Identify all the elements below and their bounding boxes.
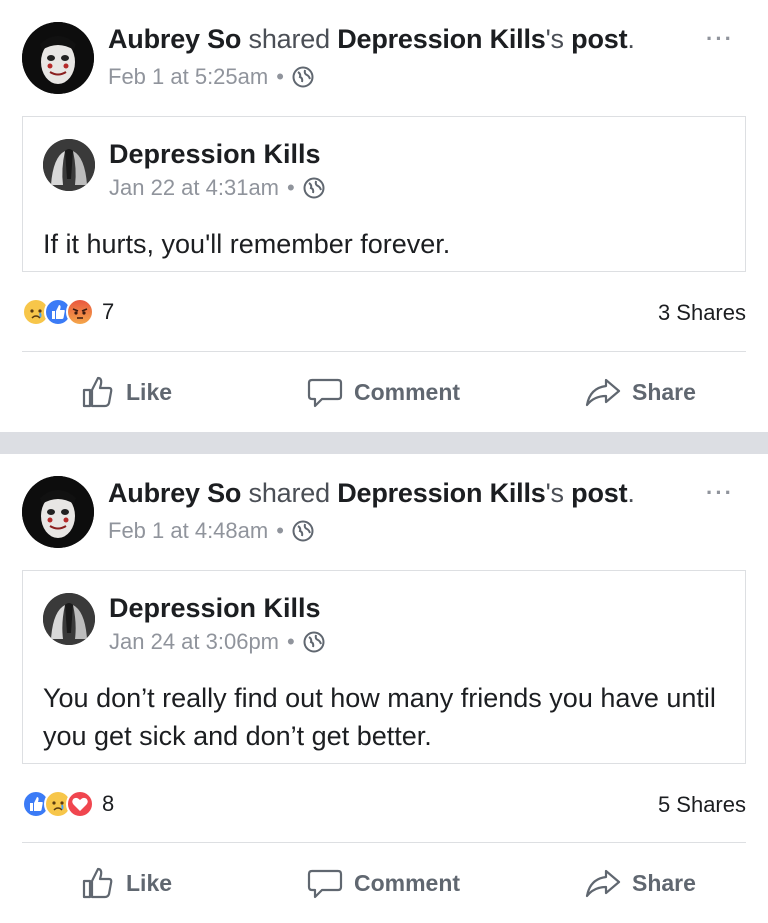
reactions-summary[interactable]: 7 (22, 298, 114, 326)
header-period: . (627, 478, 635, 508)
share-label: Share (632, 869, 696, 896)
thumbs-up-icon (82, 376, 113, 408)
author-avatar[interactable] (22, 476, 94, 548)
post-2: Aubrey So shared Depression Kills's post… (0, 454, 768, 923)
shared-post-card[interactable]: Depression Kills Jan 22 at 4:31am • If i… (22, 116, 746, 272)
thumbs-up-icon (82, 867, 113, 899)
more-options-button[interactable]: ··· (706, 26, 734, 52)
post-meta: Feb 1 at 4:48am • (108, 518, 314, 544)
comment-button[interactable]: Comment (306, 853, 460, 913)
share-button[interactable]: Share (584, 853, 696, 913)
globe-icon (303, 631, 325, 653)
shared-page-avatar[interactable] (43, 593, 95, 645)
shared-post-card[interactable]: Depression Kills Jan 24 at 3:06pm • You … (22, 570, 746, 764)
shares-count[interactable]: 5 Shares (658, 792, 746, 818)
post-timestamp[interactable]: Feb 1 at 4:48am (108, 518, 268, 544)
share-button[interactable]: Share (584, 362, 696, 422)
reaction-count[interactable]: 8 (102, 791, 114, 817)
shared-timestamp[interactable]: Jan 22 at 4:31am (109, 175, 279, 201)
globe-icon (292, 520, 314, 542)
author-name[interactable]: Aubrey So (108, 24, 241, 54)
share-label: Share (632, 378, 696, 405)
angry-reaction-icon (66, 298, 94, 326)
shared-post-text: If it hurts, you'll remember forever. (43, 229, 451, 259)
reactions-summary[interactable]: 8 (22, 790, 114, 818)
comment-icon (307, 378, 343, 408)
post-header: Aubrey So shared Depression Kills's post… (108, 478, 635, 509)
like-button[interactable]: Like (80, 362, 172, 422)
meta-dot: • (287, 175, 295, 200)
shared-timestamp[interactable]: Jan 24 at 3:06pm (109, 629, 279, 655)
shared-post-link[interactable]: post (571, 24, 627, 54)
share-arrow-icon (585, 869, 621, 898)
shared-post-link[interactable]: post (571, 478, 627, 508)
shared-page-link[interactable]: Depression Kills (337, 24, 546, 54)
like-label: Like (126, 378, 173, 405)
comment-label: Comment (354, 378, 461, 405)
comment-label: Comment (354, 869, 461, 896)
divider (22, 842, 746, 843)
meta-dot: • (276, 518, 284, 543)
meta-dot: • (287, 629, 295, 654)
post-header: Aubrey So shared Depression Kills's post… (108, 24, 635, 55)
like-label: Like (126, 869, 173, 896)
header-period: . (627, 24, 635, 54)
like-button[interactable]: Like (80, 853, 172, 913)
shared-page-avatar[interactable] (43, 139, 95, 191)
action-bar: Like Comment Share (0, 853, 768, 913)
header-possessive: 's (545, 478, 564, 508)
love-reaction-icon (66, 790, 94, 818)
shared-meta: Jan 22 at 4:31am • (109, 175, 325, 201)
feed-separator (0, 432, 768, 454)
shared-page-name[interactable]: Depression Kills (109, 139, 321, 170)
shares-count[interactable]: 3 Shares (658, 300, 746, 326)
shared-meta: Jan 24 at 3:06pm • (109, 629, 325, 655)
comment-button[interactable]: Comment (306, 362, 460, 422)
shared-page-link[interactable]: Depression Kills (337, 478, 546, 508)
author-avatar[interactable] (22, 22, 94, 94)
reaction-count[interactable]: 7 (102, 299, 114, 325)
meta-dot: • (276, 64, 284, 89)
header-verb: shared (248, 478, 331, 508)
shared-page-name[interactable]: Depression Kills (109, 593, 321, 624)
comment-icon (307, 869, 343, 899)
post-meta: Feb 1 at 5:25am • (108, 64, 314, 90)
globe-icon (292, 66, 314, 88)
action-bar: Like Comment Share (0, 362, 768, 422)
globe-icon (303, 177, 325, 199)
divider (22, 351, 746, 352)
header-verb: shared (248, 24, 331, 54)
author-name[interactable]: Aubrey So (108, 478, 241, 508)
more-options-button[interactable]: ··· (706, 480, 734, 506)
share-arrow-icon (585, 378, 621, 407)
post-1: Aubrey So shared Depression Kills's post… (0, 0, 768, 432)
header-possessive: 's (545, 24, 564, 54)
post-timestamp[interactable]: Feb 1 at 5:25am (108, 64, 268, 90)
shared-post-text: You don’t really find out how many frien… (43, 683, 716, 751)
